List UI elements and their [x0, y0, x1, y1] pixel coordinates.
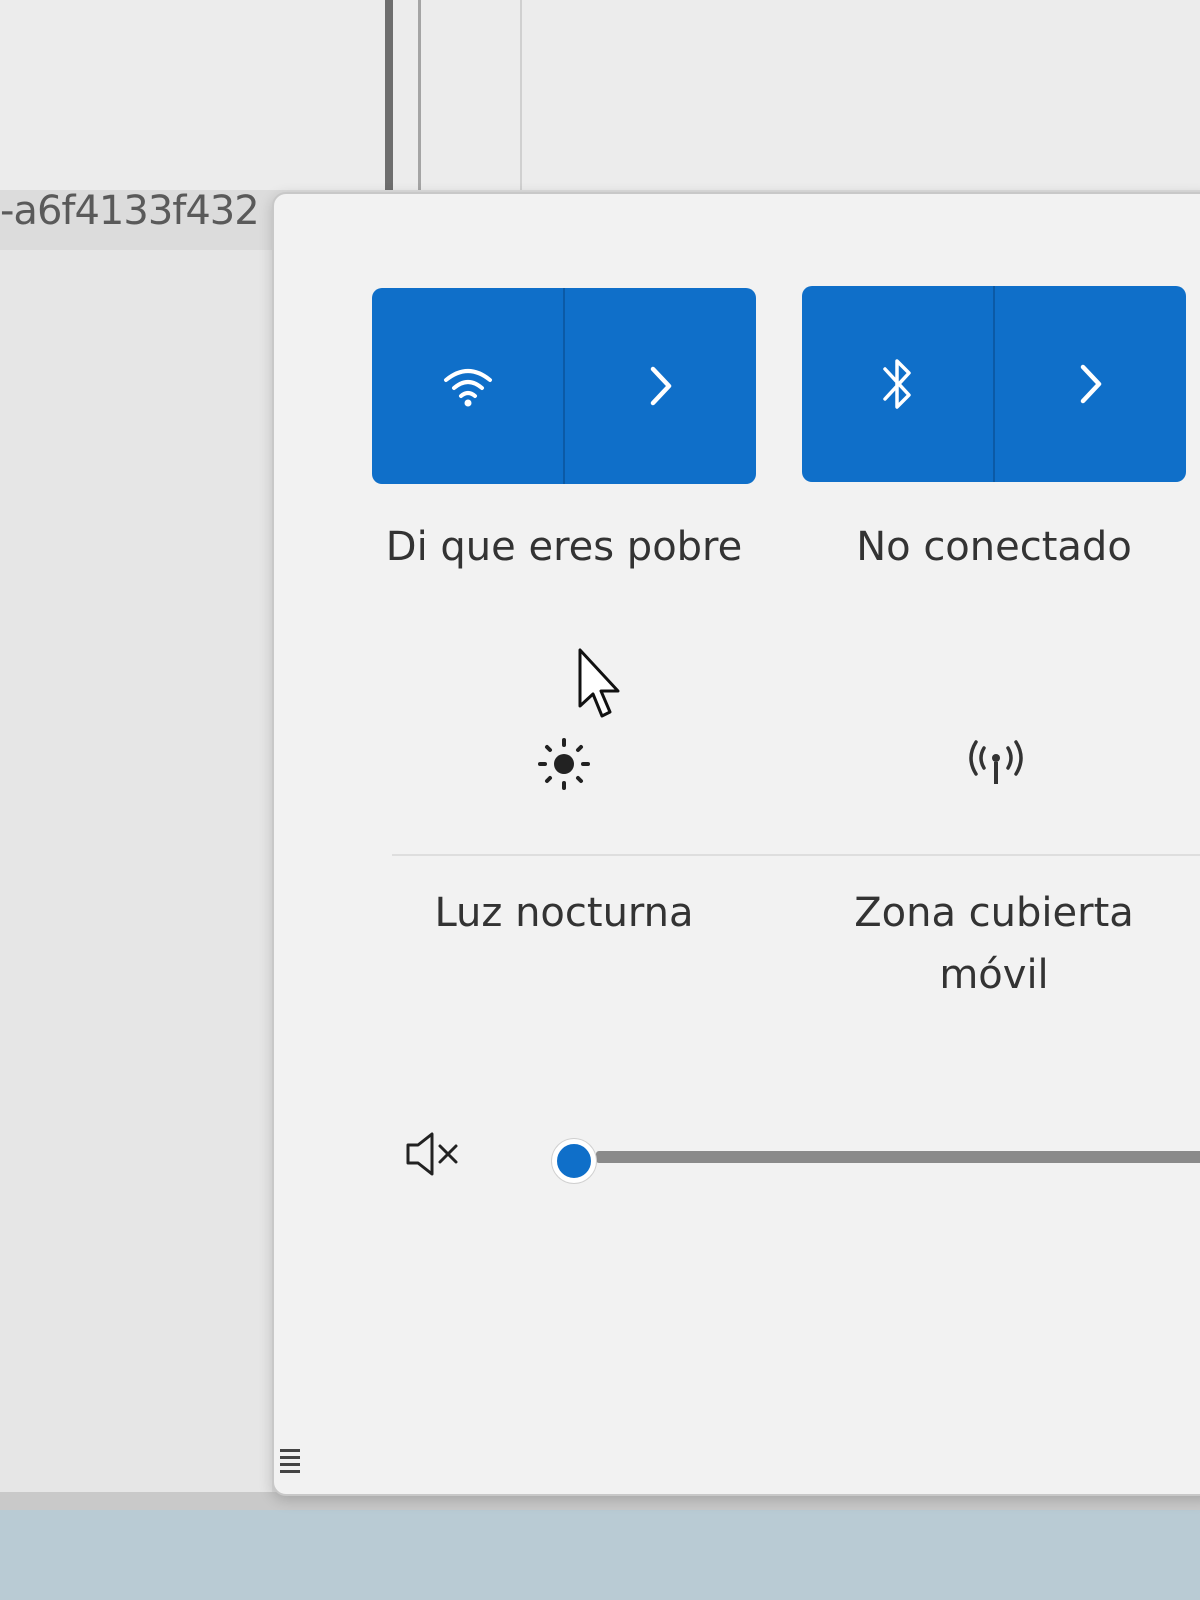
resize-grip-icon[interactable]	[280, 1449, 300, 1479]
quick-settings-panel: Di que eres pobre No conectado Luz noctu…	[272, 192, 1200, 1496]
background-divider	[385, 0, 393, 190]
taskbar	[0, 1510, 1200, 1600]
mobile-hotspot-tile[interactable]	[802, 724, 1186, 854]
bluetooth-tile[interactable]	[802, 286, 1186, 482]
background-window-left	[0, 250, 272, 1500]
background-hash-text: -a6f4133f432	[0, 188, 260, 234]
night-light-tile[interactable]	[372, 724, 756, 854]
night-light-label: Luz nocturna	[434, 890, 694, 936]
bluetooth-icon	[882, 359, 911, 409]
wifi-tile[interactable]	[372, 288, 756, 484]
mouse-cursor-icon	[578, 648, 620, 718]
wifi-toggle-button[interactable]	[372, 288, 563, 484]
background-divider	[418, 0, 421, 190]
wifi-icon	[443, 369, 492, 407]
wifi-tile-label: Di que eres pobre	[385, 524, 743, 570]
chevron-right-icon	[650, 366, 671, 406]
volume-slider-thumb[interactable]	[552, 1139, 596, 1183]
background-divider	[520, 0, 522, 190]
bluetooth-toggle-button[interactable]	[802, 286, 993, 482]
chevron-right-icon	[1080, 364, 1101, 404]
tiles-separator	[392, 854, 1200, 856]
bluetooth-tile-label: No conectado	[856, 524, 1132, 570]
background-window	[0, 0, 1200, 190]
mobile-hotspot-label: Zona cubierta móvil	[854, 890, 1134, 998]
hotspot-icon	[969, 740, 1023, 784]
volume-muted-icon[interactable]	[404, 1129, 468, 1179]
brightness-icon	[538, 738, 590, 790]
wifi-expand-button[interactable]	[565, 288, 756, 484]
volume-slider-track[interactable]	[596, 1151, 1200, 1163]
bluetooth-expand-button[interactable]	[995, 286, 1186, 482]
